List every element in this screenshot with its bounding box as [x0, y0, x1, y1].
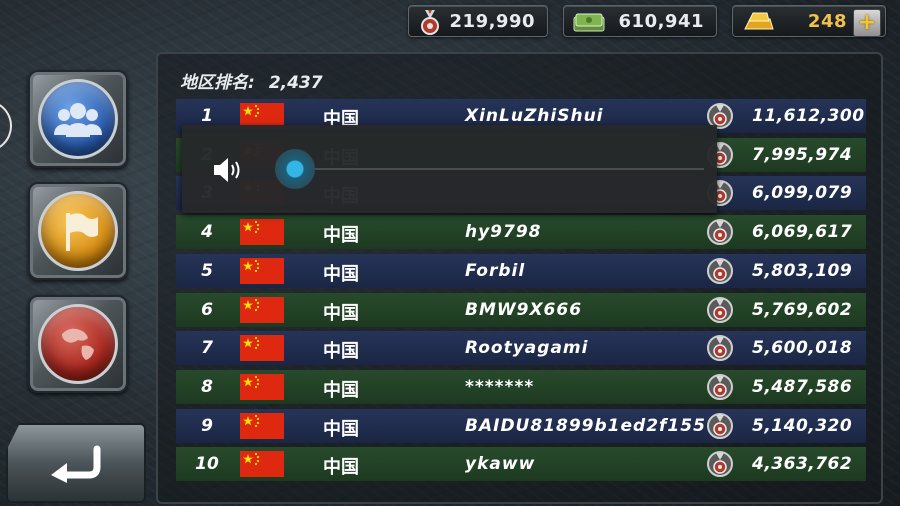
region-rank-label: 地区排名:: [180, 73, 255, 93]
leaderboard-row[interactable]: 9 中国 BAIDU81899b1ed2f155 5,140,320: [176, 408, 866, 443]
leaderboard-row[interactable]: 6 中国 BMW9X666 5,769,602: [176, 292, 866, 327]
friends-icon: [38, 79, 118, 159]
country-name: 中国: [323, 457, 359, 479]
china-flag-icon: [240, 412, 284, 439]
player-score: 5,140,320: [752, 415, 853, 436]
add-gold-button[interactable]: +: [853, 9, 881, 37]
volume-overlay: [182, 125, 717, 213]
medal-icon: [707, 335, 733, 362]
cash-icon: [573, 13, 605, 32]
china-flag-icon: [240, 451, 284, 478]
china-flag-icon: [240, 296, 284, 323]
player-score: 5,769,602: [752, 299, 853, 320]
plus-icon: +: [857, 10, 877, 35]
flag-button[interactable]: [28, 182, 128, 280]
globe-icon: [38, 304, 118, 384]
player-name: Forbil: [465, 260, 526, 281]
china-flag-icon: [240, 257, 284, 284]
gold-counter: 248 +: [732, 5, 886, 37]
player-name: *******: [465, 376, 535, 397]
speaker-icon[interactable]: [212, 155, 246, 185]
back-arrow-icon: [51, 445, 101, 483]
china-flag-icon: [240, 335, 284, 362]
rank-number: 5: [201, 260, 213, 281]
volume-slider-thumb[interactable]: [275, 149, 315, 189]
player-score: 5,487,586: [752, 376, 853, 397]
cash-value: 610,941: [618, 10, 704, 32]
china-flag-icon: [240, 373, 284, 400]
leaderboard-row[interactable]: 7 中国 Rootyagami 5,600,018: [176, 331, 866, 366]
rank-number: 9: [201, 415, 213, 436]
player-score: 7,995,974: [752, 144, 853, 165]
gold-bar-icon: [744, 12, 774, 30]
player-score: 5,600,018: [752, 338, 853, 359]
medals-counter: 219,990: [408, 5, 548, 37]
country-name: 中国: [323, 418, 359, 440]
rank-number: 10: [195, 454, 219, 475]
rank-number: 1: [201, 106, 213, 126]
player-score: 4,363,762: [752, 454, 853, 475]
friends-button[interactable]: [28, 70, 128, 168]
player-score: 6,069,617: [752, 222, 853, 243]
medal-icon: [707, 451, 733, 478]
medal-icon: [707, 219, 733, 246]
rank-number: 4: [201, 222, 213, 243]
region-rank-value: 2,437: [268, 73, 323, 93]
player-name: Rootyagami: [465, 338, 589, 359]
player-score: 6,099,079: [752, 183, 853, 204]
region-rank-heading: 地区排名: 2,437: [180, 68, 323, 93]
medal-icon: [707, 412, 733, 439]
player-name: BMW9X666: [465, 299, 583, 320]
leaderboard-row[interactable]: 10 中国 ykaww 4,363,762: [176, 447, 866, 482]
rank-number: 7: [201, 338, 213, 359]
country-name: 中国: [323, 341, 359, 363]
country-name: 中国: [323, 225, 359, 247]
back-button[interactable]: [6, 423, 146, 503]
medal-icon: [421, 10, 439, 35]
player-name: ykaww: [465, 454, 536, 475]
medals-value: 219,990: [449, 10, 535, 32]
player-score: 11,612,300: [752, 106, 865, 126]
country-name: 中国: [323, 379, 359, 401]
gold-value: 248: [807, 10, 847, 32]
flag-icon: [38, 191, 118, 271]
player-score: 5,803,109: [752, 260, 853, 281]
china-flag-icon: [240, 219, 284, 246]
volume-track[interactable]: [294, 168, 704, 170]
cash-counter: 610,941: [563, 5, 717, 37]
player-name: hy9798: [465, 222, 542, 243]
globe-button[interactable]: [28, 295, 128, 393]
medal-icon: [707, 296, 733, 323]
rank-number: 8: [201, 376, 213, 397]
leaderboard-row[interactable]: 5 中国 Forbil 5,803,109: [176, 253, 866, 288]
player-name: BAIDU81899b1ed2f155: [465, 415, 706, 436]
medal-icon: [707, 257, 733, 284]
country-name: 中国: [323, 302, 359, 324]
country-name: 中国: [323, 263, 359, 285]
player-name: XinLuZhiShui: [465, 106, 604, 126]
leaderboard-row[interactable]: 8 中国 ******* 5,487,586: [176, 369, 866, 404]
leaderboard-row[interactable]: 4 中国 hy9798 6,069,617: [176, 215, 866, 250]
medal-icon: [707, 373, 733, 400]
rank-number: 6: [201, 299, 213, 320]
